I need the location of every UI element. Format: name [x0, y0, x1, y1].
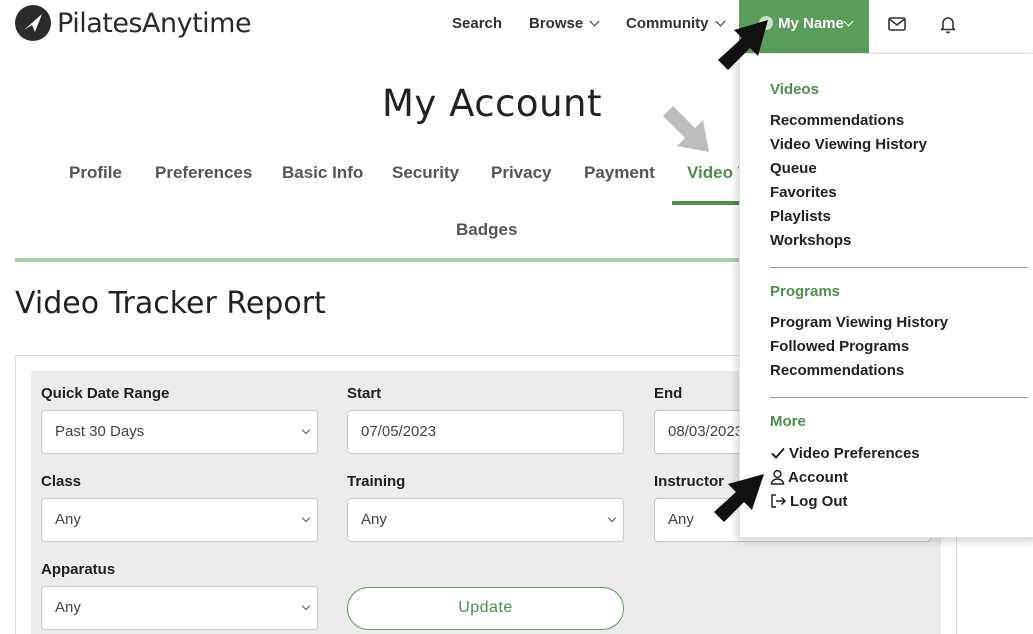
start-date-input[interactable]: 07/05/2023	[347, 410, 624, 454]
page-title: My Account	[382, 82, 602, 125]
pointer-arrow-icon	[663, 106, 709, 152]
chevron-down-icon	[301, 513, 311, 523]
menu-item-account[interactable]: Account	[770, 469, 848, 486]
apparatus-value: Any	[55, 599, 81, 616]
training-label: Training	[347, 473, 406, 490]
end-date-value: 08/03/2023	[668, 423, 744, 440]
tab-security[interactable]: Security	[392, 163, 459, 183]
quick-date-range-value: Past 30 Days	[55, 423, 145, 440]
chevron-down-icon	[589, 16, 600, 27]
tab-badges[interactable]: Badges	[456, 220, 517, 240]
class-value: Any	[55, 511, 81, 528]
site-logo[interactable]: PilatesAnytime	[15, 5, 252, 41]
menu-item-log-out[interactable]: Log Out	[770, 493, 847, 510]
pointer-arrow-icon	[714, 474, 764, 522]
menu-divider	[770, 397, 1028, 398]
menu-item-log-out-label: Log Out	[790, 493, 848, 510]
chevron-down-icon	[607, 513, 617, 523]
menu-heading-programs: Programs	[770, 283, 841, 300]
class-select[interactable]: Any	[41, 498, 318, 542]
menu-heading-videos: Videos	[770, 81, 819, 98]
menu-item-favorites[interactable]: Favorites	[770, 184, 837, 201]
start-date-label: Start	[347, 385, 382, 402]
menu-item-program-viewing-history[interactable]: Program Viewing History	[770, 314, 948, 331]
menu-item-playlists[interactable]: Playlists	[770, 208, 831, 225]
start-date-value: 07/05/2023	[361, 423, 437, 440]
my-name-label: My Name	[778, 15, 844, 32]
chevron-down-icon	[301, 425, 311, 435]
menu-item-video-preferences-label: Video Preferences	[789, 445, 920, 462]
menu-item-queue[interactable]: Queue	[770, 160, 817, 177]
check-icon	[771, 447, 785, 459]
active-tab-indicator	[672, 201, 742, 205]
tabs-divider	[15, 258, 740, 262]
pointer-arrow-icon	[718, 20, 768, 70]
bell-icon[interactable]	[938, 14, 958, 34]
nav-community-label: Community	[626, 15, 709, 32]
tab-basic-info[interactable]: Basic Info	[282, 163, 363, 183]
instructor-value: Any	[668, 511, 694, 528]
logo-text: PilatesAnytime	[57, 7, 252, 39]
quick-date-range-label: Quick Date Range	[41, 385, 170, 402]
chevron-down-icon	[843, 16, 854, 27]
user-icon	[770, 469, 785, 485]
quick-date-range-select[interactable]: Past 30 Days	[41, 410, 318, 454]
update-button[interactable]: Update	[347, 587, 624, 630]
mail-icon[interactable]	[887, 14, 907, 34]
tab-profile[interactable]: Profile	[69, 163, 122, 183]
chevron-down-icon	[301, 601, 311, 611]
section-title: Video Tracker Report	[15, 286, 326, 321]
nav-browse-link[interactable]: Browse	[529, 15, 600, 32]
menu-item-recommendations[interactable]: Recommendations	[770, 112, 904, 129]
tab-payment[interactable]: Payment	[584, 163, 655, 183]
nav-community-link[interactable]: Community	[626, 15, 725, 32]
end-date-label: End	[654, 385, 683, 402]
menu-item-workshops[interactable]: Workshops	[770, 232, 851, 249]
menu-item-video-preferences[interactable]: Video Preferences	[770, 445, 920, 462]
nav-search-link[interactable]: Search	[452, 15, 502, 32]
menu-item-video-viewing-history[interactable]: Video Viewing History	[770, 136, 927, 153]
menu-item-followed-programs[interactable]: Followed Programs	[770, 338, 909, 355]
logout-icon	[771, 494, 787, 508]
apparatus-label: Apparatus	[41, 561, 116, 578]
apparatus-select[interactable]: Any	[41, 586, 318, 630]
nav-browse-label: Browse	[529, 15, 584, 32]
training-value: Any	[361, 511, 387, 528]
training-select[interactable]: Any	[347, 498, 624, 542]
tab-preferences[interactable]: Preferences	[155, 163, 252, 183]
logo-icon	[15, 5, 51, 41]
menu-item-program-recommendations[interactable]: Recommendations	[770, 362, 904, 379]
menu-divider	[770, 267, 1028, 268]
menu-item-account-label: Account	[788, 469, 848, 486]
class-label: Class	[41, 473, 82, 490]
menu-heading-more: More	[770, 413, 806, 430]
tab-privacy[interactable]: Privacy	[491, 163, 552, 183]
